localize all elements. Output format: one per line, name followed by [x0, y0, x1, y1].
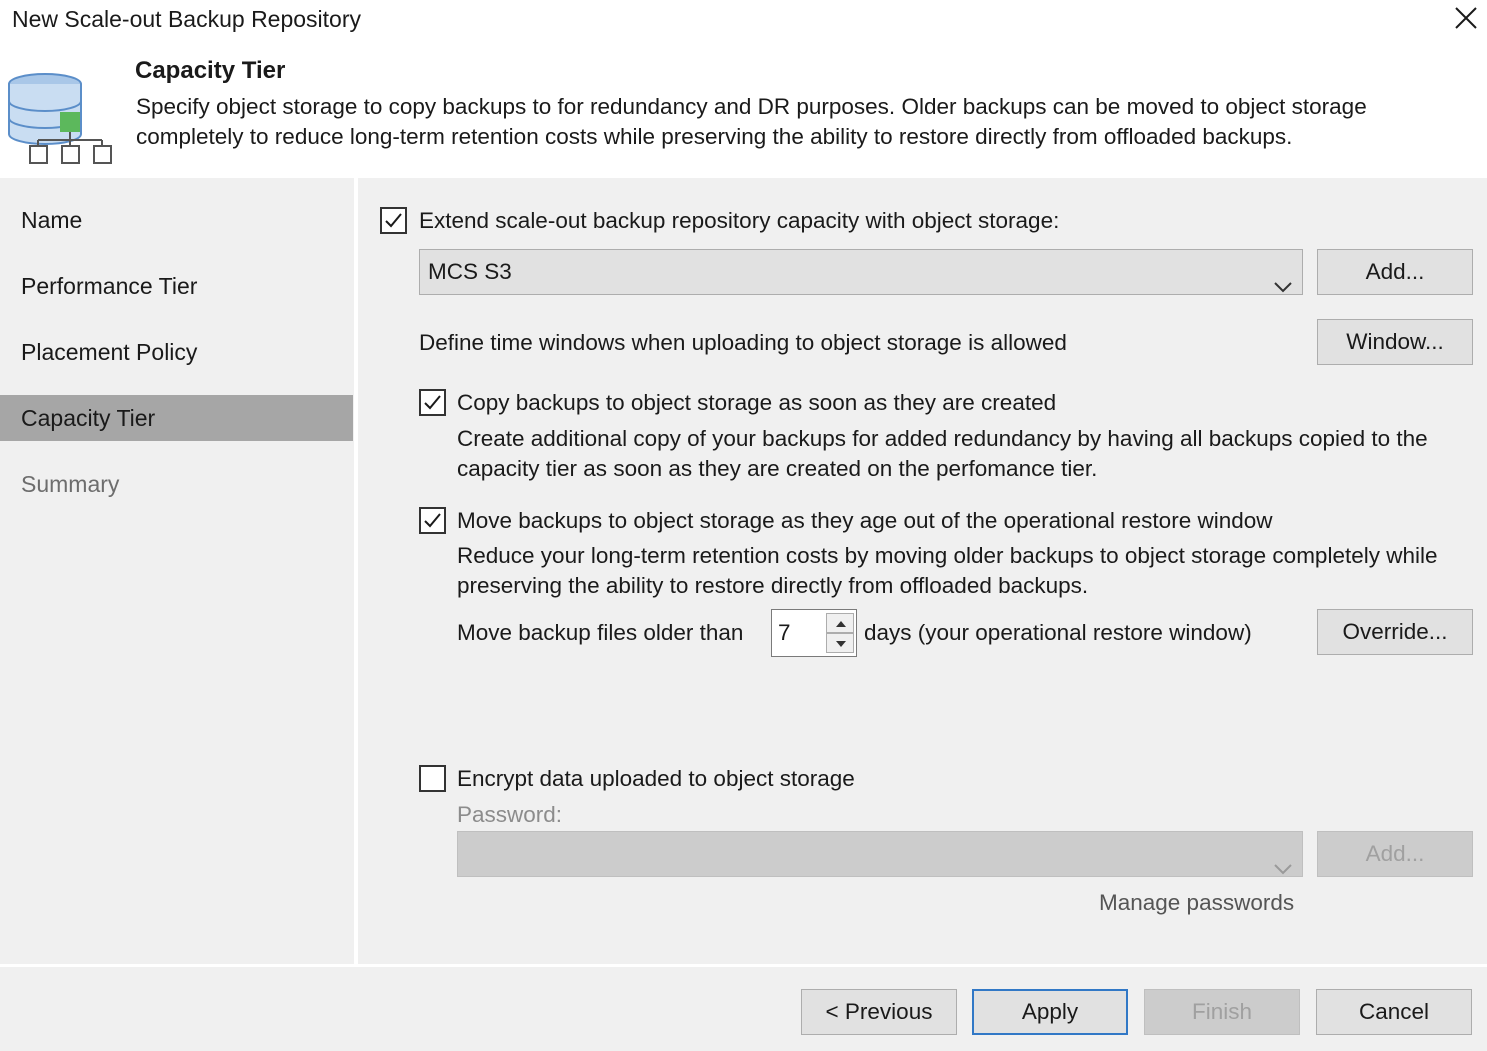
manage-passwords-link[interactable]: Manage passwords — [1099, 890, 1294, 916]
sidebar-item-performance-tier[interactable]: Performance Tier — [0, 263, 353, 309]
sidebar-item-summary[interactable]: Summary — [0, 461, 353, 507]
stepper-down-icon[interactable] — [826, 633, 854, 653]
copy-backups-checkbox[interactable] — [419, 389, 446, 416]
apply-button[interactable]: Apply — [972, 989, 1128, 1035]
older-than-label: Move backup files older than — [457, 620, 744, 645]
sidebar-item-name[interactable]: Name — [0, 197, 353, 243]
chevron-down-icon — [1274, 264, 1292, 308]
password-select[interactable] — [457, 831, 1303, 877]
page-title: Capacity Tier — [135, 57, 286, 84]
add-password-button[interactable]: Add... — [1317, 831, 1473, 877]
cancel-button[interactable]: Cancel — [1316, 989, 1472, 1035]
add-object-storage-button[interactable]: Add... — [1317, 249, 1473, 295]
chevron-down-icon — [1274, 846, 1292, 890]
wizard-steps-sidebar: Name Performance Tier Placement Policy C… — [0, 178, 354, 964]
extend-capacity-checkbox[interactable] — [380, 207, 407, 234]
copy-backups-label: Copy backups to object storage as soon a… — [457, 390, 1057, 415]
page-description: Specify object storage to copy backups t… — [136, 94, 1367, 149]
wizard-footer: < Previous Apply Finish Cancel — [0, 967, 1487, 1051]
override-button[interactable]: Override... — [1317, 609, 1473, 655]
wizard-header: Capacity Tier Specify object storage to … — [0, 40, 1487, 178]
object-storage-value: MCS S3 — [428, 259, 512, 284]
title-bar: New Scale-out Backup Repository — [0, 0, 1487, 40]
sidebar-item-capacity-tier[interactable]: Capacity Tier — [0, 395, 353, 441]
encrypt-data-label: Encrypt data uploaded to object storage — [457, 766, 855, 791]
move-backups-description: Reduce your long-term retention costs by… — [457, 543, 1438, 598]
move-backups-label: Move backups to object storage as they a… — [457, 508, 1273, 533]
days-stepper[interactable] — [771, 609, 857, 657]
capacity-tier-panel: Extend scale-out backup repository capac… — [358, 178, 1487, 964]
move-backups-checkbox[interactable] — [419, 507, 446, 534]
previous-button[interactable]: < Previous — [801, 989, 957, 1035]
days-suffix-label: days (your operational restore window) — [864, 620, 1252, 645]
object-storage-select[interactable]: MCS S3 — [419, 249, 1303, 295]
window-button[interactable]: Window... — [1317, 319, 1473, 365]
close-icon[interactable] — [1451, 3, 1481, 33]
days-input[interactable] — [774, 612, 824, 654]
stepper-up-icon[interactable] — [826, 613, 854, 633]
days-stepper-buttons — [826, 613, 854, 653]
extend-capacity-label: Extend scale-out backup repository capac… — [419, 208, 1060, 233]
encrypt-data-checkbox[interactable] — [419, 765, 446, 792]
password-label: Password: — [457, 802, 563, 827]
database-network-icon — [8, 72, 114, 173]
time-window-label: Define time windows when uploading to ob… — [419, 330, 1067, 355]
copy-backups-description: Create additional copy of your backups f… — [457, 426, 1428, 481]
sidebar-item-placement-policy[interactable]: Placement Policy — [0, 329, 353, 375]
finish-button[interactable]: Finish — [1144, 989, 1300, 1035]
window-title: New Scale-out Backup Repository — [12, 6, 361, 32]
